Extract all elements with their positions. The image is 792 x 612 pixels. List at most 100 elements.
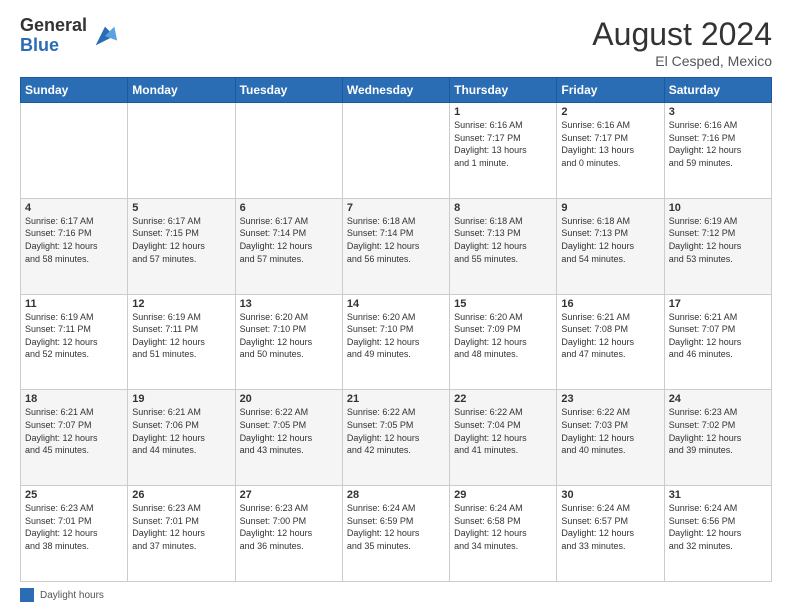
- week-row-2: 4Sunrise: 6:17 AM Sunset: 7:16 PM Daylig…: [21, 198, 772, 294]
- day-info: Sunrise: 6:18 AM Sunset: 7:13 PM Dayligh…: [454, 215, 552, 265]
- day-number: 4: [25, 202, 123, 214]
- day-number: 23: [561, 393, 659, 405]
- day-info: Sunrise: 6:16 AM Sunset: 7:17 PM Dayligh…: [454, 119, 552, 169]
- calendar-cell: 10Sunrise: 6:19 AM Sunset: 7:12 PM Dayli…: [664, 198, 771, 294]
- calendar-cell: 4Sunrise: 6:17 AM Sunset: 7:16 PM Daylig…: [21, 198, 128, 294]
- calendar-cell: 24Sunrise: 6:23 AM Sunset: 7:02 PM Dayli…: [664, 390, 771, 486]
- week-row-3: 11 Sunrise: 6:19 AM Sunset: 7:11 PM Dayli…: [21, 294, 772, 390]
- day-info: Sunrise: 6:21 AM Sunset: 7:08 PM Dayligh…: [561, 311, 659, 361]
- footer: Daylight hours: [20, 588, 772, 602]
- col-sunday: Sunday: [21, 78, 128, 103]
- col-saturday: Saturday: [664, 78, 771, 103]
- logo-general: General: [20, 16, 87, 36]
- day-info: Sunrise: 6:22 AM Sunset: 7:05 PM Dayligh…: [240, 406, 338, 456]
- day-number: 22: [454, 393, 552, 405]
- day-number: 16: [561, 298, 659, 310]
- day-number: 28: [347, 489, 445, 501]
- day-info: Sunrise: 6:24 AM Sunset: 6:57 PM Dayligh…: [561, 502, 659, 552]
- calendar-cell: 30Sunrise: 6:24 AM Sunset: 6:57 PM Dayli…: [557, 486, 664, 582]
- day-info: Sunrise: 6:18 AM Sunset: 7:13 PM Dayligh…: [561, 215, 659, 265]
- calendar-cell: 1Sunrise: 6:16 AM Sunset: 7:17 PM Daylig…: [450, 103, 557, 199]
- col-tuesday: Tuesday: [235, 78, 342, 103]
- day-number: 19: [132, 393, 230, 405]
- calendar-cell: 13Sunrise: 6:20 AM Sunset: 7:10 PM Dayli…: [235, 294, 342, 390]
- day-number: 25: [25, 489, 123, 501]
- day-number: 1: [454, 106, 552, 118]
- day-info: Sunrise: 6:24 AM Sunset: 6:56 PM Dayligh…: [669, 502, 767, 552]
- day-number: 21: [347, 393, 445, 405]
- footer-label: Daylight hours: [40, 590, 104, 601]
- calendar-cell: 6Sunrise: 6:17 AM Sunset: 7:14 PM Daylig…: [235, 198, 342, 294]
- calendar-cell: 12Sunrise: 6:19 AM Sunset: 7:11 PM Dayli…: [128, 294, 235, 390]
- week-row-4: 18Sunrise: 6:21 AM Sunset: 7:07 PM Dayli…: [21, 390, 772, 486]
- calendar-cell: 14Sunrise: 6:20 AM Sunset: 7:10 PM Dayli…: [342, 294, 449, 390]
- calendar-cell: [128, 103, 235, 199]
- daylight-legend-box: [20, 588, 34, 602]
- day-info: Sunrise: 6:22 AM Sunset: 7:04 PM Dayligh…: [454, 406, 552, 456]
- calendar-cell: 31Sunrise: 6:24 AM Sunset: 6:56 PM Dayli…: [664, 486, 771, 582]
- logo: General Blue: [20, 16, 119, 56]
- calendar-cell: 20Sunrise: 6:22 AM Sunset: 7:05 PM Dayli…: [235, 390, 342, 486]
- day-number: 10: [669, 202, 767, 214]
- day-info: Sunrise: 6:18 AM Sunset: 7:14 PM Dayligh…: [347, 215, 445, 265]
- day-number: 31: [669, 489, 767, 501]
- calendar-cell: [342, 103, 449, 199]
- calendar-cell: 3Sunrise: 6:16 AM Sunset: 7:16 PM Daylig…: [664, 103, 771, 199]
- day-number: 9: [561, 202, 659, 214]
- calendar-cell: 28Sunrise: 6:24 AM Sunset: 6:59 PM Dayli…: [342, 486, 449, 582]
- day-info: Sunrise: 6:16 AM Sunset: 7:16 PM Dayligh…: [669, 119, 767, 169]
- day-number: 14: [347, 298, 445, 310]
- day-info: Sunrise: 6:17 AM Sunset: 7:16 PM Dayligh…: [25, 215, 123, 265]
- calendar-cell: 9Sunrise: 6:18 AM Sunset: 7:13 PM Daylig…: [557, 198, 664, 294]
- day-number: 11: [25, 298, 123, 310]
- day-number: 6: [240, 202, 338, 214]
- page: General Blue August 2024 El Cesped, Mexi…: [0, 0, 792, 612]
- header-row: Sunday Monday Tuesday Wednesday Thursday…: [21, 78, 772, 103]
- day-info: Sunrise: 6:23 AM Sunset: 7:01 PM Dayligh…: [132, 502, 230, 552]
- calendar-cell: 26Sunrise: 6:23 AM Sunset: 7:01 PM Dayli…: [128, 486, 235, 582]
- calendar-cell: [235, 103, 342, 199]
- calendar-cell: 19Sunrise: 6:21 AM Sunset: 7:06 PM Dayli…: [128, 390, 235, 486]
- day-number: 5: [132, 202, 230, 214]
- day-number: 29: [454, 489, 552, 501]
- calendar-cell: 2Sunrise: 6:16 AM Sunset: 7:17 PM Daylig…: [557, 103, 664, 199]
- calendar-cell: 15Sunrise: 6:20 AM Sunset: 7:09 PM Dayli…: [450, 294, 557, 390]
- logo-icon: [91, 22, 119, 50]
- calendar-cell: 8Sunrise: 6:18 AM Sunset: 7:13 PM Daylig…: [450, 198, 557, 294]
- day-number: 2: [561, 106, 659, 118]
- day-info: Sunrise: 6:20 AM Sunset: 7:09 PM Dayligh…: [454, 311, 552, 361]
- calendar-cell: 17Sunrise: 6:21 AM Sunset: 7:07 PM Dayli…: [664, 294, 771, 390]
- day-number: 12: [132, 298, 230, 310]
- day-info: Sunrise: 6:23 AM Sunset: 7:02 PM Dayligh…: [669, 406, 767, 456]
- calendar-cell: 29Sunrise: 6:24 AM Sunset: 6:58 PM Dayli…: [450, 486, 557, 582]
- calendar-cell: [21, 103, 128, 199]
- week-row-5: 25Sunrise: 6:23 AM Sunset: 7:01 PM Dayli…: [21, 486, 772, 582]
- month-title: August 2024: [592, 16, 772, 53]
- calendar-cell: 16Sunrise: 6:21 AM Sunset: 7:08 PM Dayli…: [557, 294, 664, 390]
- day-info: Sunrise: 6:20 AM Sunset: 7:10 PM Dayligh…: [240, 311, 338, 361]
- day-number: 30: [561, 489, 659, 501]
- calendar-cell: 27Sunrise: 6:23 AM Sunset: 7:00 PM Dayli…: [235, 486, 342, 582]
- day-info: Sunrise: 6:23 AM Sunset: 7:01 PM Dayligh…: [25, 502, 123, 552]
- day-number: 26: [132, 489, 230, 501]
- col-thursday: Thursday: [450, 78, 557, 103]
- logo-text: General Blue: [20, 16, 87, 56]
- day-info: Sunrise: 6:23 AM Sunset: 7:00 PM Dayligh…: [240, 502, 338, 552]
- day-info: Sunrise: 6:17 AM Sunset: 7:14 PM Dayligh…: [240, 215, 338, 265]
- calendar-cell: 23Sunrise: 6:22 AM Sunset: 7:03 PM Dayli…: [557, 390, 664, 486]
- col-friday: Friday: [557, 78, 664, 103]
- calendar-cell: 5Sunrise: 6:17 AM Sunset: 7:15 PM Daylig…: [128, 198, 235, 294]
- calendar-table: Sunday Monday Tuesday Wednesday Thursday…: [20, 77, 772, 582]
- day-info: Sunrise: 6:24 AM Sunset: 6:59 PM Dayligh…: [347, 502, 445, 552]
- header: General Blue August 2024 El Cesped, Mexi…: [20, 16, 772, 69]
- day-info: Sunrise: 6:17 AM Sunset: 7:15 PM Dayligh…: [132, 215, 230, 265]
- logo-blue: Blue: [20, 36, 87, 56]
- day-info: Sunrise: 6:24 AM Sunset: 6:58 PM Dayligh…: [454, 502, 552, 552]
- day-info: Sunrise: 6:19 AM Sunset: 7:11 PM Dayligh…: [132, 311, 230, 361]
- calendar-cell: 11Sunrise: 6:19 AM Sunset: 7:11 PM Dayli…: [21, 294, 128, 390]
- day-number: 3: [669, 106, 767, 118]
- day-number: 17: [669, 298, 767, 310]
- day-info: Sunrise: 6:22 AM Sunset: 7:05 PM Dayligh…: [347, 406, 445, 456]
- day-number: 13: [240, 298, 338, 310]
- week-row-1: 1Sunrise: 6:16 AM Sunset: 7:17 PM Daylig…: [21, 103, 772, 199]
